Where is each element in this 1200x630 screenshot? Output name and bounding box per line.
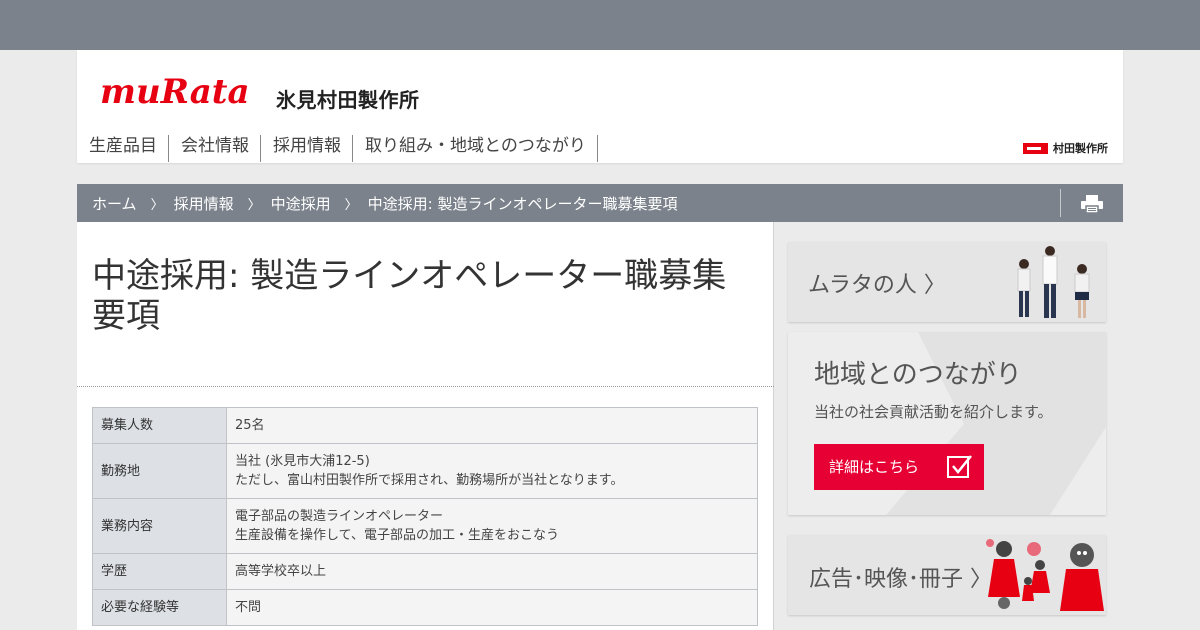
table-row: 勤務地 当社 (氷見市大浦12-5) ただし、富山村田製作所で採用され、勤務場所… xyxy=(92,443,758,499)
row-value: 電子部品の製造ラインオペレーター 生産設備を操作して、電子部品の加工・生産をおこ… xyxy=(226,498,758,554)
row-label: 必要な経験等 xyxy=(92,589,227,626)
page-title: 中途採用: 製造ラインオペレーター職募集要項 xyxy=(92,256,727,336)
nav-item-community[interactable]: 取り組み・地域とのつながり xyxy=(353,135,598,162)
ads-media-banner[interactable]: 広告･映像･冊子 〉 xyxy=(788,535,1106,615)
chevron-right-icon: 〉 xyxy=(150,197,164,213)
printer-icon[interactable] xyxy=(1081,195,1103,213)
row-value: 高等学校卒以上 xyxy=(226,553,758,590)
people-banner[interactable]: ムラタの人 〉 xyxy=(788,242,1106,322)
global-nav: 生産品目 会社情報 採用情報 取り組み・地域とのつながり xyxy=(77,135,598,162)
breadcrumb-home[interactable]: ホーム xyxy=(92,193,137,214)
site-header: muRata 氷見村田製作所 生産品目 会社情報 採用情報 取り組み・地域とのつ… xyxy=(77,50,1123,163)
breadcrumb-divider xyxy=(1060,189,1061,217)
table-row: 業務内容 電子部品の製造ラインオペレーター 生産設備を操作して、電子部品の加工・… xyxy=(92,498,758,554)
site-name: 氷見村田製作所 xyxy=(276,88,420,112)
murata-mascot-image xyxy=(986,539,1104,611)
row-label: 勤務地 xyxy=(92,443,227,499)
nav-item-label: 会社情報 xyxy=(181,136,249,156)
breadcrumb-current: 中途採用: 製造ラインオペレーター職募集要項 xyxy=(367,194,678,213)
row-label: 業務内容 xyxy=(92,498,227,554)
breadcrumb: ホーム 〉 採用情報 〉 中途採用 〉 中途採用: 製造ラインオペレーター職募集… xyxy=(77,184,1123,222)
community-banner-title: 地域とのつながり xyxy=(814,360,1022,390)
value-line: ただし、富山村田製作所で採用され、勤務場所が当社となります。 xyxy=(235,473,624,488)
murata-corp-link[interactable]: 村田製作所 xyxy=(1023,140,1108,156)
value-line: 電子部品の製造ラインオペレーター xyxy=(235,509,444,524)
chevron-right-icon: 〉 xyxy=(247,197,261,213)
details-button[interactable]: 詳細はこちら xyxy=(814,444,984,490)
breadcrumb-midcareer[interactable]: 中途採用 xyxy=(271,193,331,214)
murata-logo[interactable]: muRata xyxy=(100,67,262,107)
value-line: 当社 (氷見市大浦12-5) xyxy=(235,454,370,469)
details-button-label: 詳細はこちら xyxy=(829,458,920,476)
table-row: 募集人数 25名 xyxy=(92,407,758,444)
row-label: 学歴 xyxy=(92,553,227,590)
table-row: 学歴 高等学校卒以上 xyxy=(92,553,758,590)
nav-item-products[interactable]: 生産品目 xyxy=(77,135,169,162)
breadcrumb-recruit[interactable]: 採用情報 xyxy=(174,193,234,214)
nav-item-label: 生産品目 xyxy=(89,136,157,156)
corp-link-label: 村田製作所 xyxy=(1053,142,1108,155)
main-content: 中途採用: 製造ラインオペレーター職募集要項 募集人数 25名 勤務地 当社 (… xyxy=(77,222,774,630)
recruit-details-table: 募集人数 25名 勤務地 当社 (氷見市大浦12-5) ただし、富山村田製作所で… xyxy=(92,407,758,626)
people-banner-label: ムラタの人 〉 xyxy=(808,273,946,298)
value-line: 25名 xyxy=(235,418,265,433)
ads-banner-label: 広告･映像･冊子 〉 xyxy=(809,567,992,592)
value-line: 不問 xyxy=(235,600,262,615)
nav-item-label: 採用情報 xyxy=(273,136,341,156)
row-value: 不問 xyxy=(226,589,758,626)
row-value: 25名 xyxy=(226,407,758,444)
value-line: 生産設備を操作して、電子部品の加工・生産をおこなう xyxy=(235,528,559,543)
chevron-right-icon: 〉 xyxy=(344,197,358,213)
title-divider xyxy=(77,386,774,387)
nav-item-label: 取り組み・地域とのつながり xyxy=(365,136,586,156)
nav-item-company[interactable]: 会社情報 xyxy=(169,135,261,162)
community-banner: 地域とのつながり 当社の社会貢献活動を紹介します。 詳細はこちら xyxy=(788,332,1106,515)
nav-item-recruit[interactable]: 採用情報 xyxy=(261,135,353,162)
table-row: 必要な経験等 不問 xyxy=(92,589,758,626)
checkbox-icon xyxy=(947,455,972,478)
community-banner-description: 当社の社会貢献活動を紹介します。 xyxy=(814,403,1053,421)
row-label: 募集人数 xyxy=(92,407,227,444)
logo-text: muRata xyxy=(100,72,250,107)
value-line: 高等学校卒以上 xyxy=(235,564,327,579)
murata-flag-icon xyxy=(1023,142,1048,154)
staff-photo-image xyxy=(1017,246,1090,318)
row-value: 当社 (氷見市大浦12-5) ただし、富山村田製作所で採用され、勤務場所が当社と… xyxy=(226,443,758,499)
top-bar xyxy=(0,0,1200,50)
